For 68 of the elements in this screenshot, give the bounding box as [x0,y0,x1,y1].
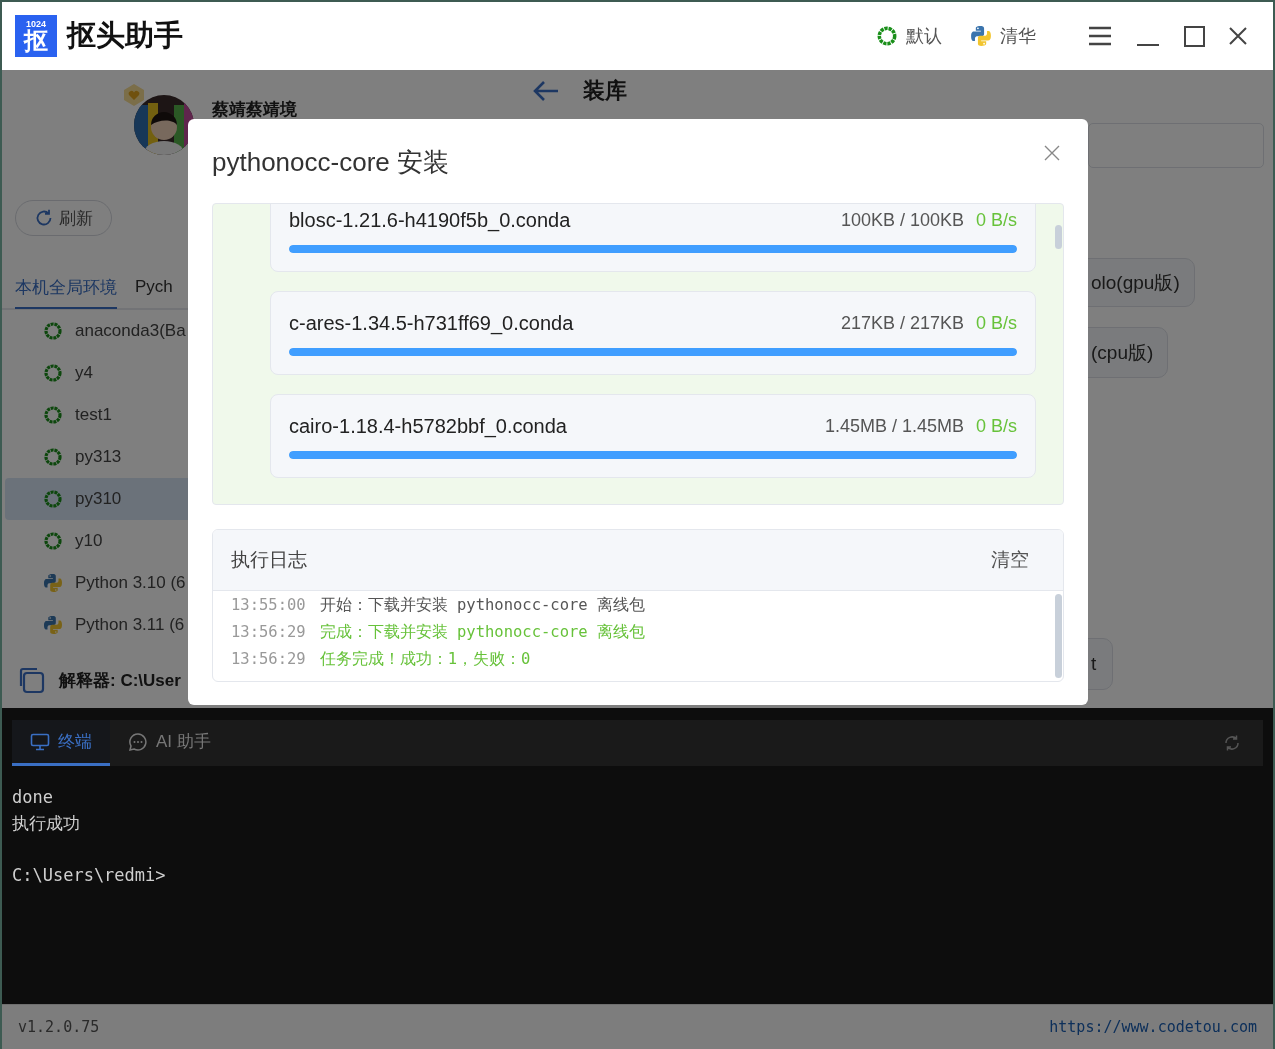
log-message: 开始：下载并安装 pythonocc-core 离线包 [319,595,645,616]
close-icon [1044,145,1060,161]
download-speed: 0 B/s [975,312,1017,334]
terminal-line: 执行成功 [12,812,81,835]
refresh-icon [34,208,54,228]
ring-icon [43,321,63,341]
ring-icon [43,447,63,467]
python-icon [43,573,63,593]
dialog-title: pythonocc-core 安装 [212,146,449,177]
file-name: blosc-1.21.6-h4190f5b_0.conda [289,208,572,232]
ring-icon [43,405,63,425]
close-icon [1229,27,1247,45]
scrollbar-thumb[interactable] [1055,225,1062,249]
version-label: v1.2.0.75 [18,1018,100,1036]
chat-icon [128,731,148,752]
environment-item[interactable]: test1 [5,394,188,436]
environment-tab[interactable]: 本机全局环境 [15,267,117,309]
environment-item[interactable]: y10 [5,520,188,562]
source-selector[interactable]: 清华 [970,24,1036,48]
file-size: 1.45MB / 1.45MB [824,415,964,437]
maximize-icon [1184,25,1205,47]
log-time: 13:56:29 [231,622,306,643]
ring-icon [43,363,63,383]
page-title: 装库 [583,76,627,105]
ring-icon [43,531,63,551]
refresh-icon [1223,734,1241,752]
minimize-icon [1136,44,1160,46]
environment-item[interactable]: Python 3.10 (6 [5,562,188,604]
download-speed: 0 B/s [975,415,1017,437]
file-name: cairo-1.18.4-h5782bbf_0.conda [289,414,568,438]
copy-icon [17,666,45,694]
back-arrow-icon [533,79,559,102]
user-name: 蔡靖蔡靖境 [212,99,297,121]
environment-item[interactable]: anaconda3(Ba [5,310,188,352]
clear-button[interactable]: 清空 [991,547,1029,573]
menu-icon [1088,26,1112,46]
environment-item[interactable]: py310 [5,478,188,520]
terminal-tab[interactable]: 终端 [12,720,110,766]
file-name: c-ares-1.34.5-h731ff69_0.conda [289,311,575,335]
refresh-button[interactable]: 刷新 [15,200,112,236]
website-link[interactable]: https://www.codetou.com [1049,1018,1257,1036]
terminal-tab[interactable]: AI 助手 [110,720,229,766]
python-icon [43,615,63,635]
app-logo: 1024 抠 [15,15,57,57]
search-field[interactable] [1088,123,1264,168]
download-speed: 0 B/s [975,209,1017,231]
environment-tab[interactable]: Pych [135,267,173,309]
file-size: 100KB / 100KB [840,209,964,231]
interpreter-path: 解释器: C:\User [59,669,181,692]
environment-item[interactable]: py313 [5,436,188,478]
scrollbar-thumb[interactable] [1055,594,1062,678]
python-icon [970,25,992,47]
environment-item[interactable]: y4 [5,352,188,394]
log-title: 执行日志 [231,548,307,572]
log-message: 任务完成！成功：1，失败：0 [319,649,531,670]
app-title: 抠头助手 [67,18,183,53]
file-size: 217KB / 217KB [840,312,964,334]
monitor-icon [30,732,50,751]
log-time: 13:56:29 [231,649,306,670]
environment-item[interactable]: Python 3.11 (6 [5,604,188,646]
terminal-line: done [12,786,54,809]
heart-badge-icon [122,83,146,107]
log-time: 13:55:00 [231,595,306,616]
ring-icon [43,489,63,509]
ring-icon [876,25,898,47]
terminal-line: C:\Users\redmi> [12,864,167,887]
log-message: 完成：下载并安装 pythonocc-core 离线包 [319,622,645,643]
source-selector[interactable]: 默认 [876,24,942,48]
